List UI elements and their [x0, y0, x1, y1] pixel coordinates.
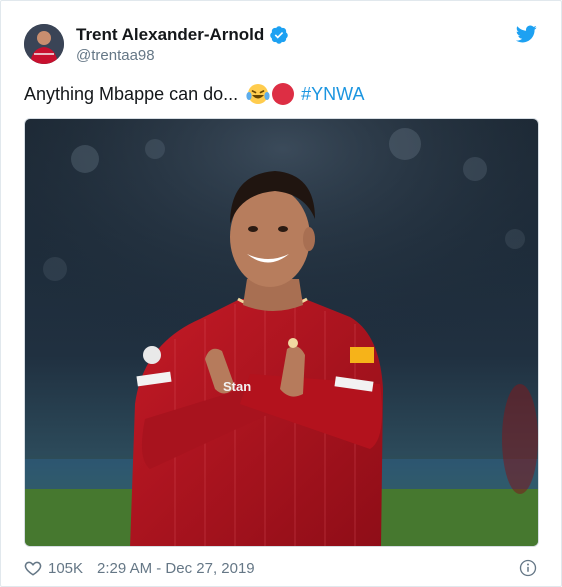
- tweet-text: Anything Mbappe can do... #YNWA: [24, 83, 365, 105]
- display-name[interactable]: Trent Alexander-Arnold: [76, 25, 264, 45]
- svg-text:Stan: Stan: [223, 379, 251, 394]
- tweet-card: Trent Alexander-Arnold @trentaa98 Anythi…: [0, 0, 562, 587]
- author-handle[interactable]: @trentaa98: [76, 47, 155, 64]
- tweet-timestamp[interactable]: 2:29 AM - Dec 27, 2019: [97, 560, 255, 577]
- author-name-row[interactable]: Trent Alexander-Arnold: [76, 24, 289, 46]
- face-with-tears-of-joy-icon: [246, 83, 270, 105]
- verified-badge-icon: [269, 25, 289, 45]
- tweet-body-text: Anything Mbappe can do...: [24, 83, 239, 104]
- like-count[interactable]: 105K: [48, 560, 83, 577]
- red-circle-icon: [272, 83, 295, 105]
- hashtag-link[interactable]: #YNWA: [301, 84, 364, 105]
- heart-icon[interactable]: [24, 559, 42, 577]
- twitter-bird-icon[interactable]: [515, 23, 537, 45]
- avatar[interactable]: [24, 24, 64, 64]
- info-icon[interactable]: [519, 559, 537, 577]
- tweet-footer: 105K 2:29 AM - Dec 27, 2019: [24, 558, 255, 578]
- tweet-media-photo[interactable]: Stan: [24, 118, 539, 547]
